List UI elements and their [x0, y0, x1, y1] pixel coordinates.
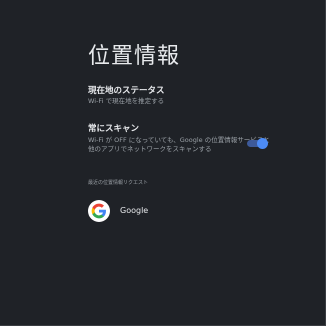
location-settings-screen: 位置情報 現在地のステータス Wi-Fi で現在地を推定する 常にスキャン Wi…	[0, 0, 326, 326]
toggle-thumb	[257, 138, 268, 149]
current-location-status-subtitle: Wi-Fi で現在地を推定する	[88, 97, 165, 105]
page-title: 位置情報	[88, 44, 181, 69]
always-scan-description: Wi-Fi が OFF になっていても、Google の位置情報サービスと他のア…	[88, 136, 270, 153]
google-g-icon	[88, 200, 110, 222]
recent-requests-header: 最近の位置情報リクエスト	[88, 180, 149, 186]
current-location-status-title: 現在地のステータス	[88, 86, 165, 96]
recent-request-app-google[interactable]: Google	[88, 199, 248, 223]
always-scan-toggle[interactable]	[247, 138, 269, 150]
recent-request-app-name: Google	[120, 206, 149, 215]
always-scan-title: 常にスキャン	[88, 124, 140, 134]
